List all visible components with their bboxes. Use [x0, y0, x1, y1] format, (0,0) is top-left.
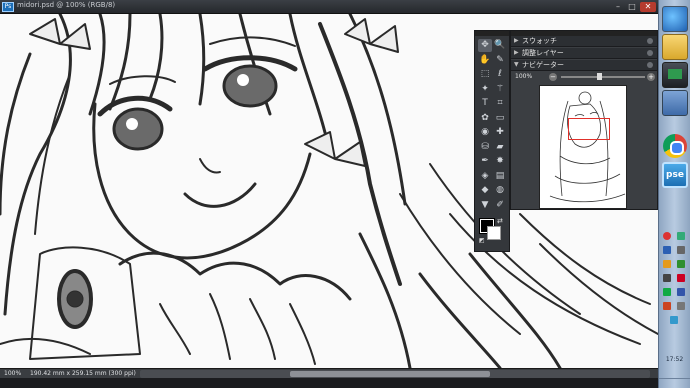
type-tool[interactable]: T: [478, 97, 492, 110]
swap-colors-icon[interactable]: ⇄: [497, 217, 503, 225]
document-title: midori.psd @ 100% (RGB/8): [17, 1, 116, 9]
status-bar: 100% 190.42 mm x 259.15 mm (300 ppi): [0, 368, 658, 378]
tab-label: スウォッチ: [522, 37, 557, 45]
window-bottom-edge: [0, 378, 658, 388]
panel-grip[interactable]: [475, 31, 509, 36]
palette-menu-icon[interactable]: [647, 50, 653, 56]
zoom-slider-knob[interactable]: [597, 73, 602, 80]
eraser-tool[interactable]: ▰: [493, 141, 507, 154]
sponge-tool[interactable]: ◍: [493, 184, 507, 197]
magic-wand-tool[interactable]: ⚚: [493, 83, 507, 96]
default-colors-icon[interactable]: ◩: [479, 237, 485, 244]
battery-icon[interactable]: [677, 260, 685, 268]
tab-label: 調整レイヤー: [522, 49, 564, 57]
network-icon[interactable]: [677, 232, 685, 240]
windows-taskbar: pse 17:52: [658, 0, 690, 388]
zoom-slider[interactable]: [561, 73, 645, 80]
chrome-icon[interactable]: [663, 134, 687, 158]
clone-stamp-tool[interactable]: ⛁: [478, 141, 492, 154]
navigator-controls: 100% − +: [511, 72, 657, 82]
system-tray: [659, 232, 690, 352]
palette-menu-icon[interactable]: [647, 38, 653, 44]
flag-icon[interactable]: [677, 274, 685, 282]
brush-tool[interactable]: ✒: [478, 155, 492, 168]
straighten-tool[interactable]: ▭: [493, 112, 507, 125]
shape-tool[interactable]: ◆: [478, 184, 492, 197]
tab-swatches[interactable]: ▶ スウォッチ: [511, 36, 657, 47]
tab-label: ナビゲーター: [522, 61, 564, 69]
navigator-preview[interactable]: [539, 85, 627, 209]
expand-arrow-icon: ▼: [514, 61, 519, 68]
hand-tool[interactable]: ✋: [478, 54, 492, 67]
close-button[interactable]: ✕: [640, 2, 656, 12]
tab-adjustment-layers[interactable]: ▶ 調整レイヤー: [511, 48, 657, 59]
pencil-tool[interactable]: ✐: [493, 199, 507, 212]
move-tool[interactable]: ✥: [478, 39, 492, 52]
minimize-button[interactable]: –: [612, 2, 624, 12]
tools-panel: ✥ 🔍 ✋ ✎ ⬚ ℓ ✦ ⚚ T ⌗ ✿ ▭ ◉ ✚ ⛁ ▰ ✒ ✸ ◈ ▤ ◆ ◍ ▼ ✐ ⇄ ◩: [474, 30, 510, 252]
healing-brush-tool[interactable]: ✚: [493, 126, 507, 139]
blur-tool[interactable]: ▼: [478, 199, 492, 212]
marquee-tool[interactable]: ⬚: [478, 68, 492, 81]
cookie-cutter-tool[interactable]: ✿: [478, 112, 492, 125]
zoom-tool[interactable]: 🔍: [493, 39, 507, 52]
navigator-thumbnail: [549, 91, 626, 203]
red-eye-tool[interactable]: ◉: [478, 126, 492, 139]
show-desktop-button[interactable]: [659, 378, 690, 388]
update-icon[interactable]: [663, 260, 671, 268]
wifi-icon[interactable]: [670, 316, 678, 324]
title-bar[interactable]: Ps midori.psd @ 100% (RGB/8) – □ ✕: [0, 0, 658, 14]
photoshop-elements-icon[interactable]: pse: [662, 162, 688, 188]
maximize-button[interactable]: □: [626, 2, 638, 12]
power-icon[interactable]: [663, 302, 671, 310]
security-icon[interactable]: [663, 232, 671, 240]
collapse-arrow-icon: ▶: [514, 37, 519, 44]
window-app-icon[interactable]: [662, 90, 688, 116]
folder-icon[interactable]: [662, 34, 688, 60]
monitor-icon[interactable]: [662, 62, 688, 88]
smart-brush-tool[interactable]: ✸: [493, 155, 507, 168]
gradient-tool[interactable]: ▤: [493, 170, 507, 183]
eyedropper-tool[interactable]: ✎: [493, 54, 507, 67]
volume-icon[interactable]: [677, 288, 685, 296]
zoom-out-button[interactable]: −: [549, 73, 557, 81]
palette-bin: ▶ スウォッチ ▶ 調整レイヤー ▼ ナビゲーター 100% − +: [510, 30, 658, 210]
ime-icon[interactable]: [663, 274, 671, 282]
tab-navigator[interactable]: ▼ ナビゲーター: [511, 60, 657, 71]
lasso-tool[interactable]: ℓ: [493, 68, 507, 81]
zoom-in-button[interactable]: +: [647, 73, 655, 81]
navigator-view-box[interactable]: [568, 118, 610, 140]
app-tray-icon[interactable]: [663, 288, 671, 296]
quick-select-tool[interactable]: ✦: [478, 83, 492, 96]
app-icon: Ps: [2, 2, 14, 12]
speaker-icon[interactable]: [677, 246, 685, 254]
keyboard-icon[interactable]: [677, 302, 685, 310]
taskbar-clock[interactable]: 17:52: [659, 356, 690, 363]
background-color-swatch[interactable]: [487, 226, 501, 240]
paint-bucket-tool[interactable]: ◈: [478, 170, 492, 183]
navigator-zoom-value: 100%: [515, 73, 533, 80]
collapse-arrow-icon: ▶: [514, 49, 519, 56]
bluetooth-icon[interactable]: [663, 246, 671, 254]
horizontal-scrollbar[interactable]: [140, 370, 650, 378]
scrollbar-thumb[interactable]: [290, 371, 490, 377]
internet-explorer-icon[interactable]: [662, 6, 688, 32]
palette-menu-icon[interactable]: [647, 62, 653, 68]
crop-tool[interactable]: ⌗: [493, 97, 507, 110]
